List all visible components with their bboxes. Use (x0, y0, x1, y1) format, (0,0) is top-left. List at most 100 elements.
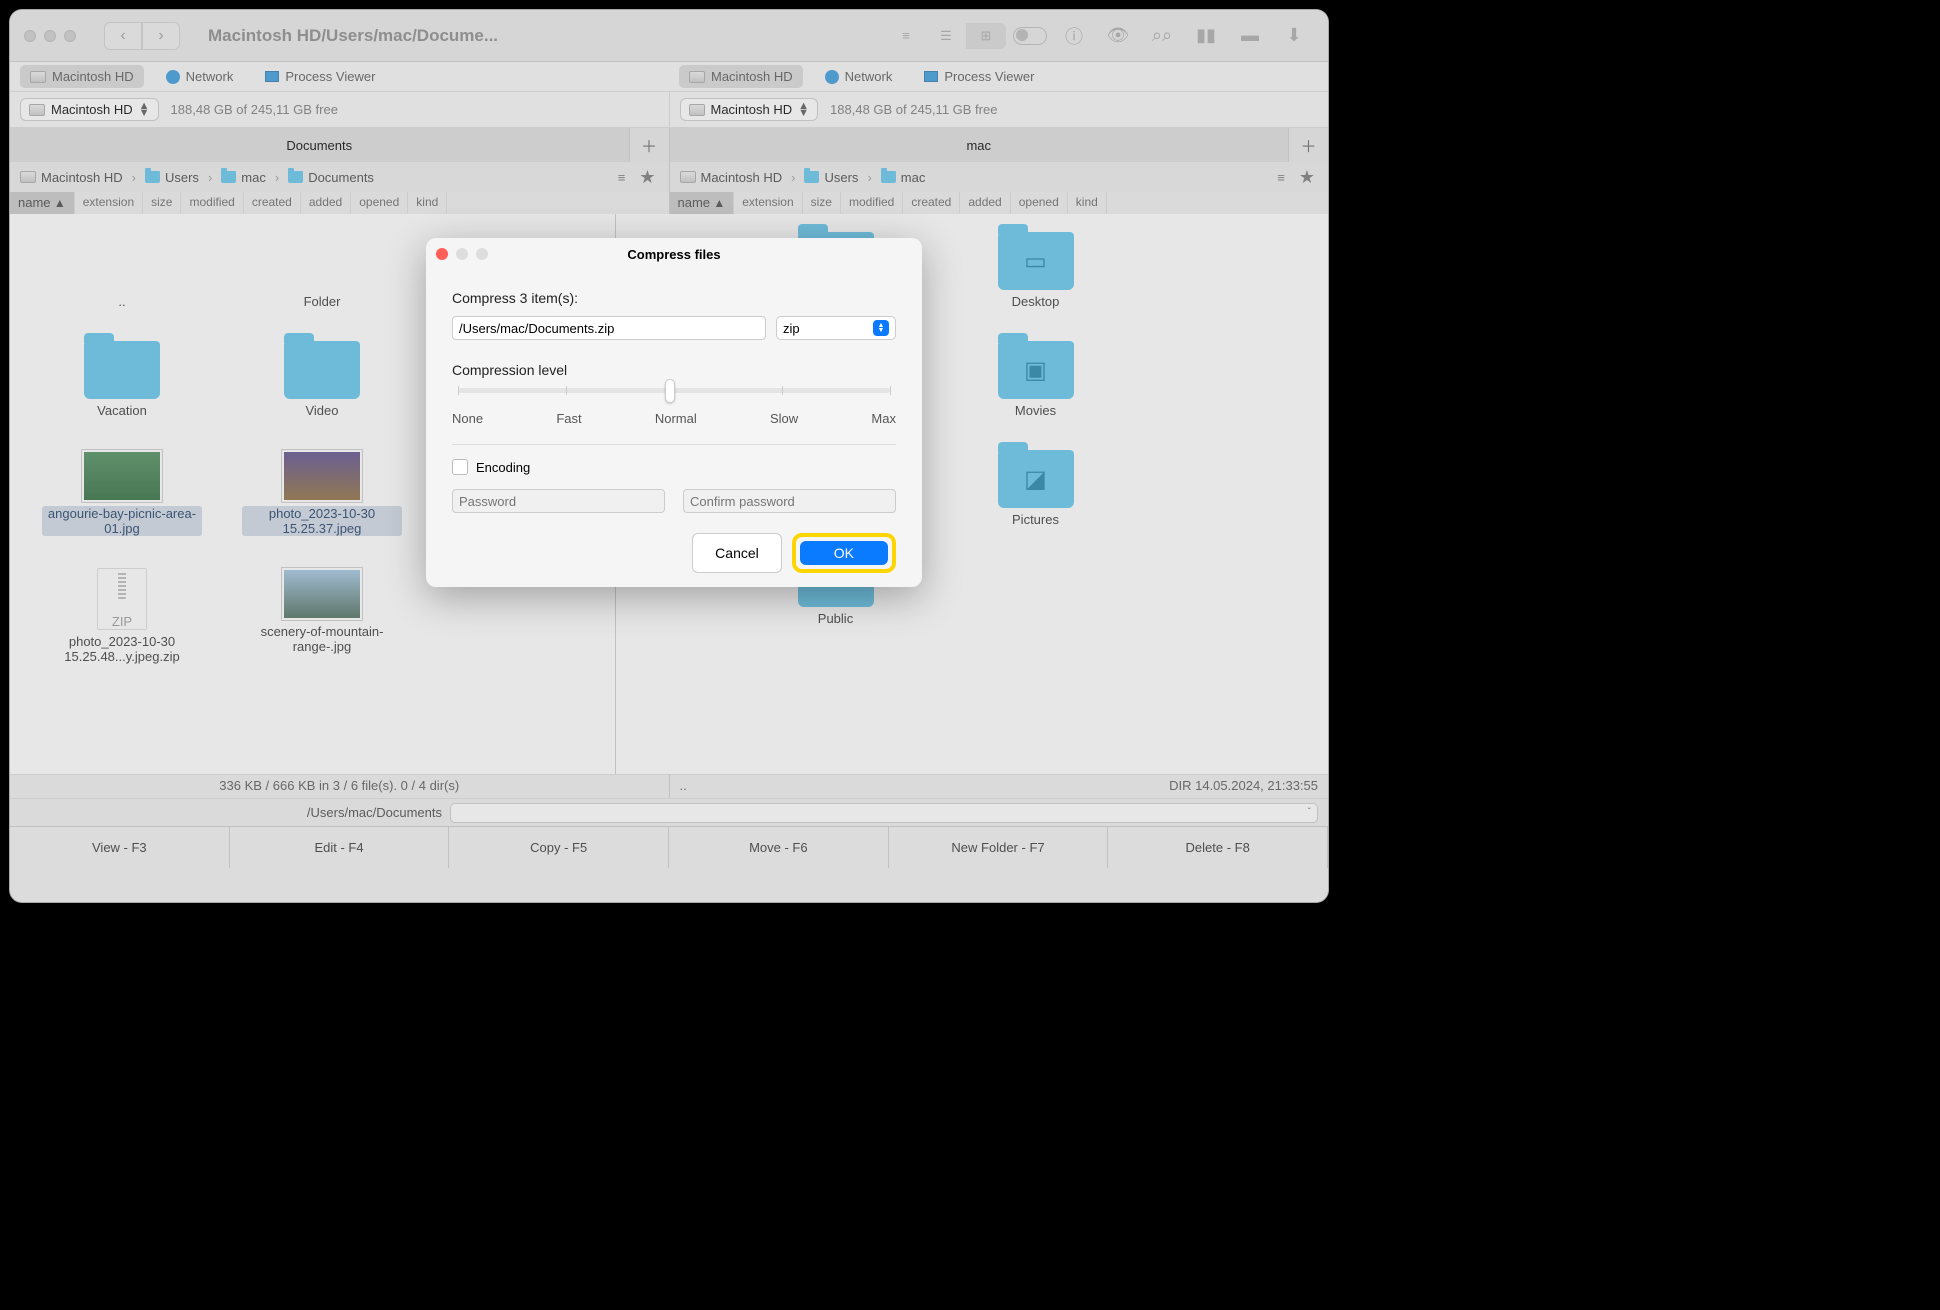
volume-select[interactable]: Macintosh HD ▲▼ (680, 98, 819, 121)
window-title: Macintosh HD/Users/mac/Docume... (208, 26, 878, 46)
star-icon[interactable]: ★ (1296, 167, 1318, 187)
item-vacation[interactable]: Vacation (22, 335, 222, 424)
updown-icon: ▲▼ (873, 320, 889, 336)
col-size[interactable]: size (143, 192, 181, 214)
col-created[interactable]: created (903, 192, 960, 214)
col-extension[interactable]: extension (734, 192, 802, 214)
tab-documents[interactable]: Documents (10, 128, 629, 162)
disk-free: 188,48 GB of 245,11 GB free (830, 102, 997, 117)
compression-slider[interactable] (458, 388, 890, 393)
item-label: Video (305, 403, 338, 418)
cancel-button[interactable]: Cancel (692, 533, 782, 573)
list-view-icon[interactable]: ≡ (886, 23, 926, 49)
item-image[interactable]: photo_2023-10-30 15.25.37.jpeg (222, 444, 422, 542)
crumb-seg[interactable]: Users (824, 170, 858, 185)
download-icon[interactable]: ⬇ (1274, 23, 1314, 49)
crumb-seg[interactable]: Documents (308, 170, 374, 185)
columns-icon[interactable]: ▮▮ (1186, 23, 1226, 49)
lines-icon[interactable]: ≡ (611, 167, 633, 187)
confirm-password-input[interactable] (683, 489, 896, 513)
col-opened[interactable]: opened (351, 192, 408, 214)
back-button[interactable]: ‹ (104, 22, 142, 50)
shelf-tab-process[interactable]: Process Viewer (914, 65, 1044, 88)
toggle-switch[interactable] (1010, 23, 1050, 49)
col-extension[interactable]: extension (75, 192, 143, 214)
output-path-input[interactable] (452, 316, 766, 340)
status-updir: .. (680, 778, 687, 795)
crumb-seg[interactable]: Users (165, 170, 199, 185)
fkey-view[interactable]: View - F3 (10, 827, 230, 868)
nav-arrows: ‹ › (104, 22, 180, 50)
slider-thumb[interactable] (665, 379, 675, 403)
col-size[interactable]: size (803, 192, 841, 214)
crumb-seg[interactable]: mac (241, 170, 266, 185)
binoculars-icon[interactable]: ⌕⌕ (1142, 23, 1182, 49)
command-combo[interactable]: ˇ (450, 803, 1318, 823)
col-kind[interactable]: kind (408, 192, 447, 214)
item-label: Public (818, 611, 853, 626)
col-added[interactable]: added (960, 192, 1010, 214)
item-image[interactable]: scenery-of-mountain-range-.jpg (222, 562, 422, 670)
shelf-tab-process[interactable]: Process Viewer (255, 65, 385, 88)
shelf-tab-network[interactable]: Network (156, 65, 244, 88)
shelf-tab-hd[interactable]: Macintosh HD (679, 65, 803, 88)
encoding-checkbox[interactable] (452, 459, 468, 475)
col-name[interactable]: name ▲ (670, 192, 735, 214)
crumb-seg[interactable]: Macintosh HD (701, 170, 783, 185)
desktop-icon[interactable]: ▬ (1230, 23, 1270, 49)
shelf-tab-hd[interactable]: Macintosh HD (20, 65, 144, 88)
crumb-seg[interactable]: Macintosh HD (41, 170, 123, 185)
crumb-seg[interactable]: mac (901, 170, 926, 185)
item-zip[interactable]: ZIPphoto_2023-10-30 15.25.48...y.jpeg.zi… (22, 562, 222, 670)
item-desktop[interactable]: ▭Desktop (936, 226, 1136, 315)
close-icon[interactable] (436, 248, 448, 260)
fkey-move[interactable]: Move - F6 (669, 827, 889, 868)
star-icon[interactable]: ★ (637, 167, 659, 187)
minimize-icon[interactable] (44, 30, 56, 42)
item-video[interactable]: Video (222, 335, 422, 424)
command-row: /Users/mac/Documents ˇ (10, 798, 1328, 826)
ok-highlight: OK (792, 533, 896, 573)
close-icon[interactable] (24, 30, 36, 42)
item-movies[interactable]: ▣Movies (936, 335, 1136, 424)
item-image[interactable]: angourie-bay-picnic-area-01.jpg (22, 444, 222, 542)
col-modified[interactable]: modified (181, 192, 243, 214)
ok-button[interactable]: OK (800, 541, 888, 565)
forward-button[interactable]: › (142, 22, 180, 50)
fkey-edit[interactable]: Edit - F4 (230, 827, 450, 868)
password-input[interactable] (452, 489, 665, 513)
col-added[interactable]: added (301, 192, 351, 214)
minimize-icon[interactable] (456, 248, 468, 260)
fkey-newfolder[interactable]: New Folder - F7 (889, 827, 1109, 868)
format-select[interactable]: zip ▲▼ (776, 316, 896, 340)
col-kind[interactable]: kind (1068, 192, 1107, 214)
app-window: ‹ › Macintosh HD/Users/mac/Docume... ≡ ☰… (10, 10, 1328, 902)
breadcrumb[interactable]: Macintosh HD› Users› mac› Documents (20, 170, 374, 185)
item-pictures[interactable]: ◪Pictures (936, 444, 1136, 533)
add-tab-button[interactable]: ＋ (629, 128, 669, 162)
folder-icon (881, 171, 896, 183)
fkey-copy[interactable]: Copy - F5 (449, 827, 669, 868)
volume-select[interactable]: Macintosh HD ▲▼ (20, 98, 159, 121)
col-modified[interactable]: modified (841, 192, 903, 214)
breadcrumb[interactable]: Macintosh HD› Users› mac (680, 170, 926, 185)
lines-icon[interactable]: ≡ (1270, 167, 1292, 187)
shelf-tab-network[interactable]: Network (815, 65, 903, 88)
info-icon[interactable]: ⓘ (1054, 23, 1094, 49)
grid-view-icon[interactable]: ⊞ (966, 23, 1006, 49)
fkey-delete[interactable]: Delete - F8 (1108, 827, 1328, 868)
item-folder[interactable]: Folder (222, 226, 422, 315)
zoom-icon[interactable] (476, 248, 488, 260)
columns-view-icon[interactable]: ☰ (926, 23, 966, 49)
item-up[interactable]: .. (22, 226, 222, 315)
col-name[interactable]: name ▲ (10, 192, 75, 214)
col-created[interactable]: created (244, 192, 301, 214)
add-tab-button[interactable]: ＋ (1288, 128, 1328, 162)
image-thumb (282, 450, 362, 502)
tab-mac[interactable]: mac (670, 128, 1289, 162)
column-headers: name ▲ extension size modified created a… (10, 192, 1328, 214)
col-opened[interactable]: opened (1011, 192, 1068, 214)
compress-count-label: Compress 3 item(s): (452, 290, 896, 306)
quicklook-icon[interactable]: 👁 (1098, 23, 1138, 49)
zoom-icon[interactable] (64, 30, 76, 42)
